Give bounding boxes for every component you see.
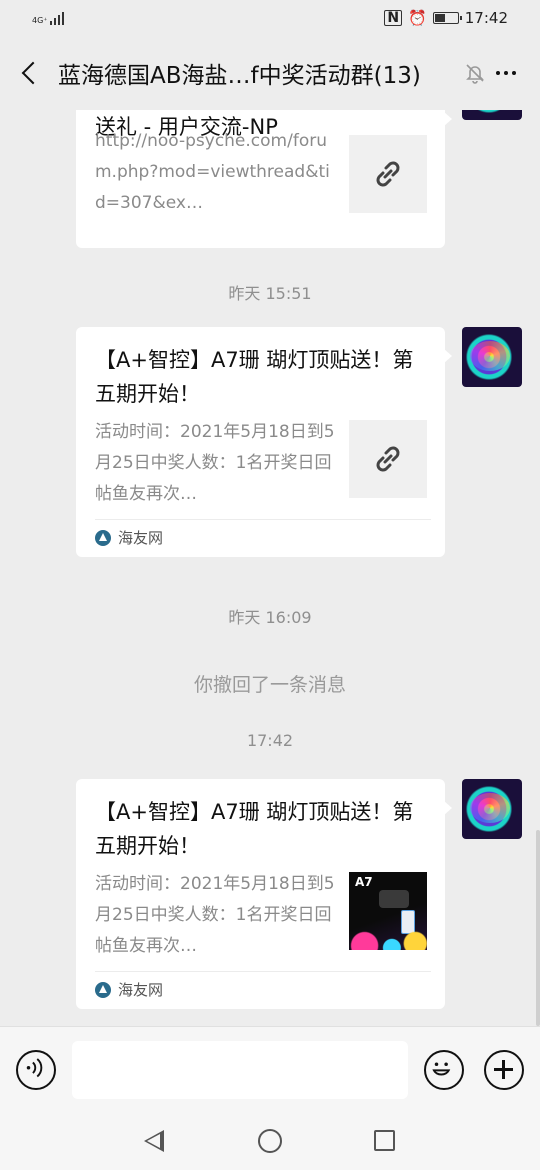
nfc-icon: N	[384, 10, 403, 26]
scrollbar[interactable]	[536, 830, 540, 1026]
nav-recent-apps-button[interactable]	[374, 1130, 395, 1151]
more-functions-button[interactable]	[484, 1050, 524, 1090]
source-logo-icon	[95, 529, 111, 546]
link-card-description: 活动时间：2021年5月18日到5月25日中奖人数：1名开奖日回帖鱼友再次…	[95, 874, 335, 956]
link-card-title: 【A+智控】A7珊 瑚灯顶贴送！第五期开始！	[95, 348, 414, 406]
link-icon	[349, 135, 427, 213]
divider	[95, 519, 431, 520]
signal-icon	[49, 11, 64, 25]
back-button[interactable]	[0, 36, 58, 110]
link-card-description: http://noo-psyche.com/forum.php?mod=view…	[95, 131, 330, 213]
input-bar	[0, 1026, 540, 1112]
avatar[interactable]	[462, 110, 522, 120]
link-icon	[349, 420, 427, 498]
link-source: 海友网	[95, 527, 163, 548]
mute-bell-icon	[464, 62, 486, 84]
voice-icon	[26, 1058, 43, 1078]
network-indicator: 4G⁺	[32, 11, 64, 25]
timestamp: 昨天 16:09	[228, 608, 312, 627]
clock: 17:42	[464, 9, 508, 27]
emoji-button[interactable]	[424, 1050, 464, 1090]
chevron-left-icon	[21, 61, 45, 85]
avatar[interactable]	[462, 327, 522, 387]
source-name: 海友网	[118, 981, 164, 999]
system-message: 你撤回了一条消息	[193, 674, 346, 696]
status-bar: 4G⁺ N ⏰ 17:42	[0, 0, 540, 36]
link-card-message[interactable]: 【A+智控】A7珊 瑚灯顶贴送！第五期开始！ 活动时间：2021年5月18日到5…	[76, 779, 452, 1009]
chat-header: 蓝海德国AB海盐…f中奖活动群(13)	[0, 36, 540, 110]
chat-area[interactable]: 送礼 - 用户交流-NP http://noo-psyche.com/forum…	[0, 110, 540, 1026]
link-card-title: 【A+智控】A7珊 瑚灯顶贴送！第五期开始！	[95, 800, 414, 858]
chat-title: 蓝海德国AB海盐…f中奖活动群(13)	[58, 63, 421, 89]
more-options-button[interactable]	[486, 71, 526, 75]
divider	[95, 971, 431, 972]
timestamp: 昨天 15:51	[228, 284, 312, 303]
source-logo-icon	[95, 981, 111, 998]
network-type: 4G⁺	[32, 16, 48, 25]
timestamp: 17:42	[246, 731, 294, 750]
link-preview-image: A7	[349, 872, 427, 950]
preview-label: A7	[355, 875, 373, 889]
nav-back-button[interactable]	[144, 1130, 164, 1152]
link-card-message[interactable]: 送礼 - 用户交流-NP http://noo-psyche.com/forum…	[76, 110, 452, 248]
link-source: 海友网	[95, 979, 163, 1000]
smile-icon	[432, 1062, 451, 1076]
nav-home-button[interactable]	[258, 1129, 282, 1153]
source-name: 海友网	[118, 529, 164, 547]
voice-input-button[interactable]	[16, 1050, 56, 1090]
alarm-icon: ⏰	[408, 9, 427, 27]
avatar[interactable]	[462, 779, 522, 839]
system-nav-bar	[0, 1112, 540, 1170]
link-card-description: 活动时间：2021年5月18日到5月25日中奖人数：1名开奖日回帖鱼友再次…	[95, 422, 335, 504]
message-input[interactable]	[72, 1041, 408, 1099]
battery-icon	[432, 12, 462, 24]
link-card-message[interactable]: 【A+智控】A7珊 瑚灯顶贴送！第五期开始！ 活动时间：2021年5月18日到5…	[76, 327, 452, 557]
